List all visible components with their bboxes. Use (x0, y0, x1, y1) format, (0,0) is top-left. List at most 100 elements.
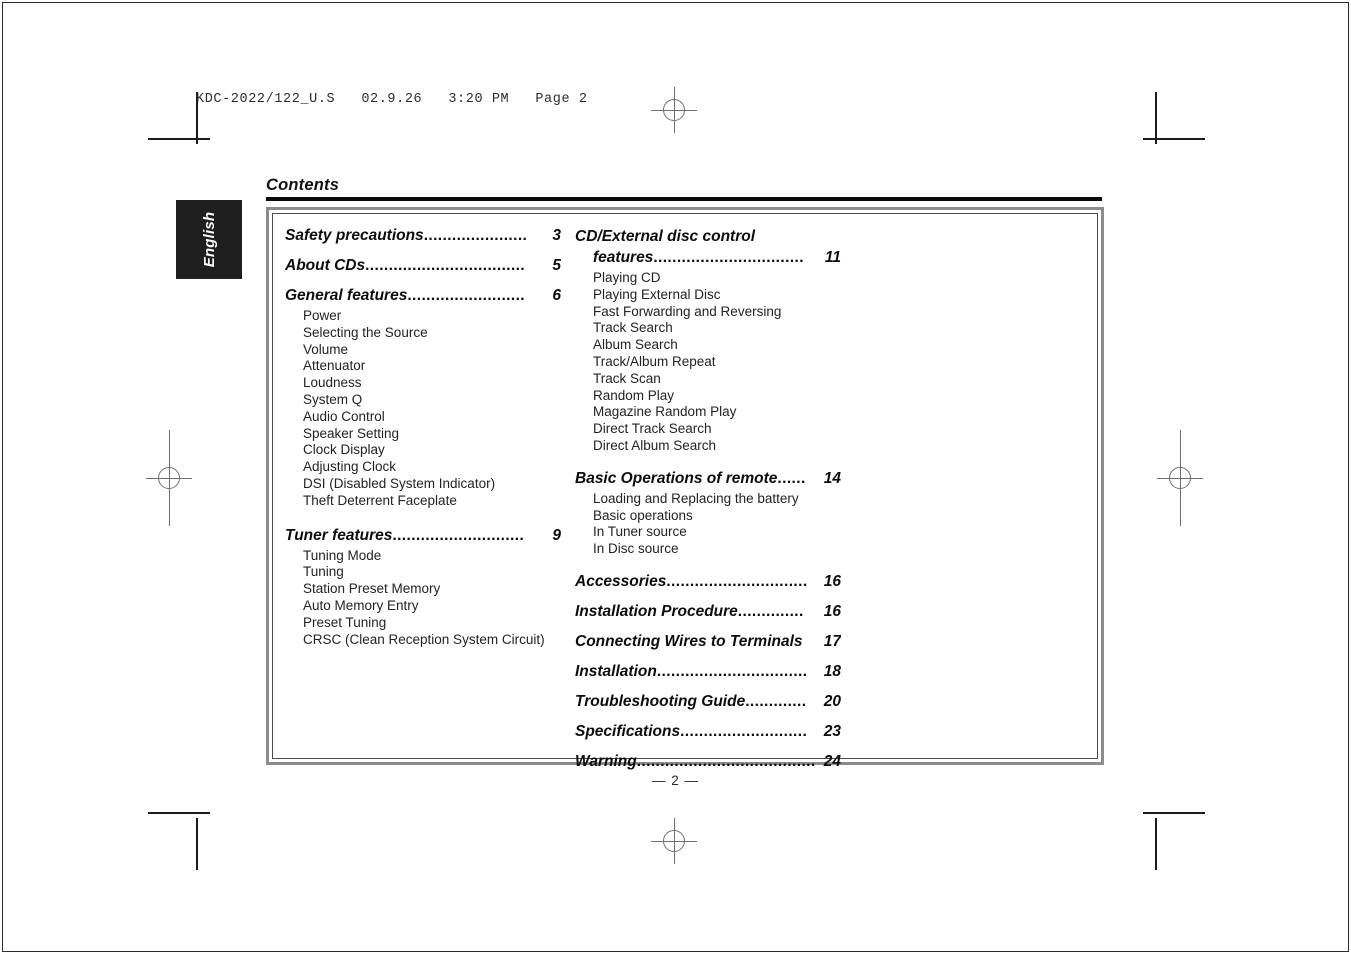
toc-subitem[interactable]: Volume (285, 342, 561, 359)
toc-leader-dots: ...................................... (636, 752, 816, 770)
toc-subitem[interactable]: Track/Album Repeat (575, 354, 841, 371)
toc-entry-page: 20 (823, 692, 841, 710)
page-title: Contents (266, 176, 340, 194)
toc-subitem[interactable]: Magazine Random Play (575, 404, 841, 421)
toc-entry-general-features[interactable]: General features .......................… (285, 286, 561, 306)
toc-leader-dots: .............. (737, 602, 804, 620)
crop-mark-top-left-vertical (196, 92, 198, 144)
toc-subitem[interactable]: DSI (Disabled System Indicator) (285, 476, 561, 493)
toc-subitem[interactable]: In Tuner source (575, 524, 841, 541)
toc-subitem[interactable]: Track Scan (575, 371, 841, 388)
toc-subitem[interactable]: Fast Forwarding and Reversing (575, 304, 841, 321)
language-tab: English (176, 200, 242, 279)
proof-header-text: KDC-2022/122_U.S 02.9.26 3:20 PM Page 2 (196, 92, 588, 107)
toc-entry-specifications[interactable]: Specifications .........................… (575, 722, 841, 742)
page-number: — 2 — (651, 773, 699, 788)
toc-entry-label-line1: CD/External disc control (575, 228, 756, 245)
toc-sublist-basic-operations: Loading and Replacing the battery Basic … (575, 491, 841, 558)
toc-subitem[interactable]: Playing External Disc (575, 287, 841, 304)
toc-entry-page: 3 (552, 227, 561, 244)
toc-entry-label: Tuner features (285, 526, 393, 544)
toc-leader-dots: ................................ (653, 249, 804, 266)
toc-leader-dots: .............................. (666, 572, 808, 590)
toc-subitem[interactable]: Power (285, 308, 561, 325)
contents-columns: Safety precautions .....................… (279, 220, 1091, 770)
crop-mark-bottom-left-horizontal (148, 812, 210, 814)
toc-entry-basic-operations-of-remote[interactable]: Basic Operations of remote ...... 14 (575, 469, 841, 489)
toc-subitem[interactable]: Tuning (285, 564, 561, 581)
toc-entry-installation[interactable]: Installation ...........................… (575, 662, 841, 682)
toc-leader-dots: ................................ (656, 662, 808, 680)
toc-subitem[interactable]: Direct Track Search (575, 421, 841, 438)
toc-subitem[interactable]: Station Preset Memory (285, 581, 561, 598)
toc-entry-accessories[interactable]: Accessories ............................… (575, 572, 841, 592)
crop-mark-top-right-vertical (1155, 92, 1157, 144)
toc-subitem[interactable]: Loading and Replacing the battery (575, 491, 841, 508)
toc-leader-dots: ............. (745, 692, 807, 710)
registration-mark-circle (663, 830, 685, 852)
registration-mark-left (146, 430, 192, 526)
toc-leader-dots: ...................... (423, 227, 528, 244)
toc-subitem[interactable]: Speaker Setting (285, 426, 561, 443)
toc-subitem[interactable]: Playing CD (575, 270, 841, 287)
toc-subitem[interactable]: Auto Memory Entry (285, 598, 561, 615)
toc-entry-about-cds[interactable]: About CDs ..............................… (285, 256, 561, 276)
toc-entry-connecting-wires-to-terminals[interactable]: Connecting Wires to Terminals 17 (575, 632, 841, 652)
toc-entry-label: Accessories (575, 572, 667, 590)
toc-leader-dots: ............................ (392, 526, 525, 544)
toc-subitem[interactable]: Preset Tuning (285, 615, 561, 632)
toc-entry-troubleshooting-guide[interactable]: Troubleshooting Guide ............. 20 (575, 692, 841, 712)
registration-mark-circle (158, 467, 180, 489)
toc-subitem[interactable]: Random Play (575, 388, 841, 405)
toc-entry-page: 17 (823, 632, 841, 650)
toc-entry-safety-precautions[interactable]: Safety precautions .....................… (285, 226, 561, 246)
contents-box: Safety precautions .....................… (266, 207, 1104, 770)
crop-mark-bottom-right-vertical (1155, 818, 1157, 870)
toc-entry-tuner-features[interactable]: Tuner features .........................… (285, 526, 561, 546)
toc-entry-warning[interactable]: Warning ................................… (575, 752, 841, 772)
toc-entry-installation-procedure[interactable]: Installation Procedure .............. 16 (575, 602, 841, 622)
toc-subitem[interactable]: Direct Album Search (575, 438, 841, 455)
contents-right-column: CD/External disc control features ......… (561, 220, 841, 770)
toc-entry-label-line2: features (593, 249, 654, 266)
crop-mark-top-right-horizontal (1143, 138, 1205, 140)
toc-subitem[interactable]: Adjusting Clock (285, 459, 561, 476)
toc-subitem[interactable]: Clock Display (285, 442, 561, 459)
toc-subitem[interactable]: Basic operations (575, 508, 841, 525)
crop-mark-bottom-left-vertical (196, 818, 198, 870)
toc-entry-label: Installation Procedure (575, 602, 738, 620)
toc-subitem[interactable]: Track Search (575, 320, 841, 337)
registration-mark-top (651, 87, 697, 133)
toc-sublist-cd-external-disc-control: Playing CD Playing External Disc Fast Fo… (575, 270, 841, 455)
toc-sublist-general-features: Power Selecting the Source Volume Attenu… (285, 308, 561, 510)
toc-entry-label: Basic Operations of remote (575, 469, 778, 487)
toc-subitem[interactable]: Selecting the Source (285, 325, 561, 342)
toc-subitem[interactable]: Tuning Mode (285, 548, 561, 565)
toc-subitem[interactable]: CRSC (Clean Reception System Circuit) (285, 632, 561, 649)
toc-sublist-tuner-features: Tuning Mode Tuning Station Preset Memory… (285, 548, 561, 649)
toc-entry-cd-external-disc-control-features[interactable]: CD/External disc control features ......… (575, 226, 841, 268)
toc-entry-label-line2-row: features ...............................… (575, 247, 841, 268)
registration-mark-right (1157, 430, 1203, 526)
toc-entry-label: Installation (575, 662, 657, 680)
toc-subitem[interactable]: Audio Control (285, 409, 561, 426)
toc-entry-label: About CDs (285, 257, 366, 274)
document-page: KDC-2022/122_U.S 02.9.26 3:20 PM Page 2 … (0, 0, 1351, 954)
toc-entry-label: Troubleshooting Guide (575, 692, 746, 710)
toc-leader-dots: ...... (777, 469, 806, 487)
crop-mark-bottom-right-horizontal (1143, 812, 1205, 814)
title-underline-rule (266, 197, 1102, 201)
toc-subitem[interactable]: System Q (285, 392, 561, 409)
toc-subitem[interactable]: Theft Deterrent Faceplate (285, 493, 561, 510)
toc-entry-page: 5 (552, 257, 561, 274)
toc-entry-page: 6 (552, 287, 561, 304)
toc-subitem[interactable]: Album Search (575, 337, 841, 354)
contents-left-column: Safety precautions .....................… (279, 220, 561, 752)
toc-leader-dots: .................................. (365, 257, 526, 274)
language-tab-label: English (200, 211, 218, 268)
toc-entry-page: 14 (823, 469, 841, 487)
registration-mark-circle (663, 99, 685, 121)
toc-subitem[interactable]: Attenuator (285, 358, 561, 375)
toc-subitem[interactable]: In Disc source (575, 541, 841, 558)
toc-subitem[interactable]: Loudness (285, 375, 561, 392)
